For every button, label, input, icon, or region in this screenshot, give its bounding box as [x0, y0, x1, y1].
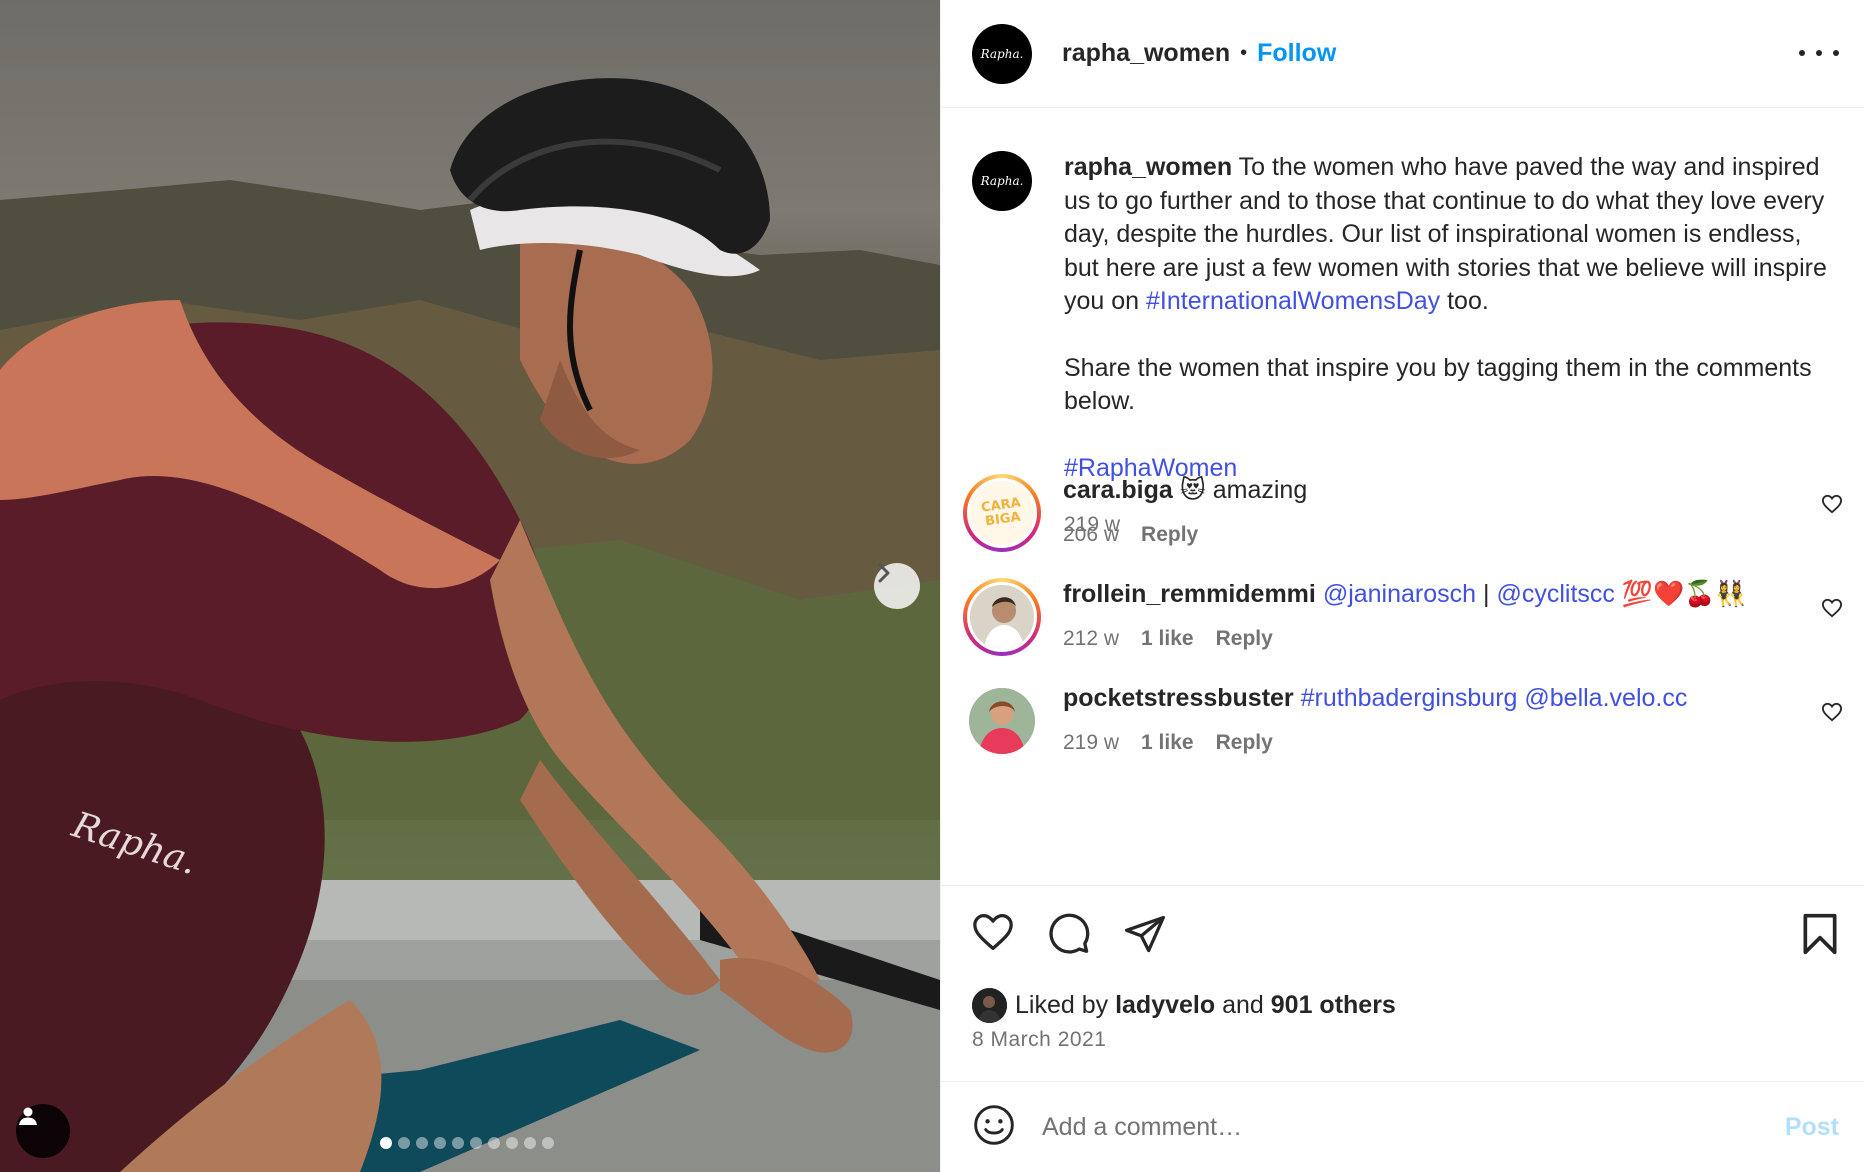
cyclist-photo: Rapha.	[0, 78, 940, 1172]
mention-link[interactable]: @janinarosch	[1323, 580, 1476, 608]
reply-button[interactable]: Reply	[1216, 627, 1273, 651]
likes-count[interactable]: 901 others	[1271, 991, 1396, 1020]
comment-input[interactable]	[1042, 1112, 1742, 1142]
comment-like-icon[interactable]	[1821, 598, 1843, 623]
post-header: Rapha. rapha_women • Follow	[941, 0, 1864, 108]
carousel-dot	[380, 1137, 392, 1149]
avatar-photo	[969, 688, 1035, 754]
add-comment-bar: Post	[941, 1081, 1864, 1172]
carousel-dot	[416, 1137, 428, 1149]
carousel-dot	[542, 1137, 554, 1149]
liked-by-and: and	[1222, 991, 1264, 1019]
avatar-photo	[970, 585, 1034, 649]
tagged-users-button[interactable]	[16, 1104, 70, 1158]
carousel-dot	[398, 1137, 410, 1149]
liked-by-prefix: Liked by	[1015, 991, 1109, 1019]
liker-avatar[interactable]	[972, 988, 1007, 1023]
comment-item: CARA BIGA cara.biga 😻 amazing 206 w Repl…	[963, 474, 1843, 552]
hashtag-link[interactable]: #InternationalWomensDay	[1146, 287, 1440, 315]
post-media[interactable]: Rapha.	[0, 0, 940, 1172]
comment-username[interactable]: cara.biga	[1063, 476, 1173, 504]
comment-divider: |	[1483, 580, 1490, 608]
share-icon[interactable]	[1123, 912, 1167, 961]
caption-paragraph: Share the women that inspire you by tagg…	[1064, 353, 1812, 416]
comment-age: 206 w	[1063, 523, 1120, 546]
comment-likes-count[interactable]: 1 like	[1141, 731, 1194, 755]
commenter-avatar[interactable]	[963, 578, 1041, 656]
mention-link[interactable]: @bella.velo.cc	[1524, 684, 1687, 712]
carousel-indicator	[380, 1137, 554, 1149]
comment-emoji: 💯❤️🍒👯‍♀️	[1621, 580, 1747, 608]
profile-avatar[interactable]: Rapha.	[972, 23, 1032, 84]
bookmark-icon[interactable]	[1801, 912, 1839, 961]
carousel-dot	[488, 1137, 500, 1149]
reply-button[interactable]: Reply	[1141, 523, 1198, 547]
comment-text: amazing	[1212, 476, 1308, 504]
carousel-dot	[452, 1137, 464, 1149]
follow-button[interactable]: Follow	[1257, 39, 1336, 68]
carousel-dot	[506, 1137, 518, 1149]
liked-by-line: Liked by ladyvelo and 901 others	[972, 988, 1396, 1023]
liked-by-user[interactable]: ladyvelo	[1115, 991, 1215, 1020]
more-options-icon[interactable]	[1799, 38, 1839, 68]
carousel-dot	[434, 1137, 446, 1149]
emoji-icon[interactable]	[972, 1103, 1016, 1152]
commenter-avatar[interactable]	[963, 682, 1041, 760]
comment-item: pocketstressbuster #ruthbaderginsburg @b…	[963, 682, 1843, 760]
next-slide-button[interactable]	[874, 563, 920, 609]
caption-text-end: too.	[1447, 287, 1489, 315]
carousel-dot	[470, 1137, 482, 1149]
comment-like-icon[interactable]	[1821, 494, 1843, 519]
comment-like-icon[interactable]	[1821, 702, 1843, 727]
comment-username[interactable]: pocketstressbuster	[1063, 684, 1294, 712]
comment-icon[interactable]	[1047, 912, 1091, 961]
header-username[interactable]: rapha_women	[1062, 39, 1230, 68]
person-icon	[19, 1107, 37, 1125]
avatar-logo-text: Rapha.	[980, 46, 1024, 61]
comment-age: 219 w	[1063, 731, 1120, 754]
comment-emoji: 😻	[1179, 476, 1206, 504]
hashtag-link[interactable]: #ruthbaderginsburg	[1301, 684, 1518, 712]
comment-likes-count[interactable]: 1 like	[1141, 627, 1194, 651]
post-date: 8 March 2021	[972, 1028, 1107, 1051]
commenter-avatar[interactable]: CARA BIGA	[963, 474, 1041, 552]
avatar-logo-text: Rapha.	[980, 174, 1024, 188]
comment-item: frollein_remmidemmi @janinarosch | @cycl…	[963, 578, 1843, 656]
post-panel: Rapha. rapha_women • Follow Rapha. rapha…	[940, 0, 1864, 1172]
avatar-logo-text: CARA BIGA	[980, 495, 1022, 530]
header-separator: •	[1240, 42, 1248, 64]
caption-username[interactable]: rapha_women	[1064, 153, 1232, 181]
post-button[interactable]: Post	[1785, 1113, 1839, 1142]
comment-age: 212 w	[1063, 627, 1120, 650]
carousel-dot	[524, 1137, 536, 1149]
comments-section[interactable]: Rapha. rapha_women To the women who have…	[941, 109, 1864, 885]
mention-link[interactable]: @cyclitscc	[1496, 580, 1614, 608]
like-icon[interactable]	[971, 912, 1015, 961]
caption-avatar[interactable]: Rapha.	[972, 151, 1032, 211]
reply-button[interactable]: Reply	[1216, 731, 1273, 755]
action-bar: Liked by ladyvelo and 901 others 8 March…	[941, 885, 1864, 1085]
chevron-right-icon	[878, 563, 890, 583]
comment-username[interactable]: frollein_remmidemmi	[1063, 580, 1316, 608]
